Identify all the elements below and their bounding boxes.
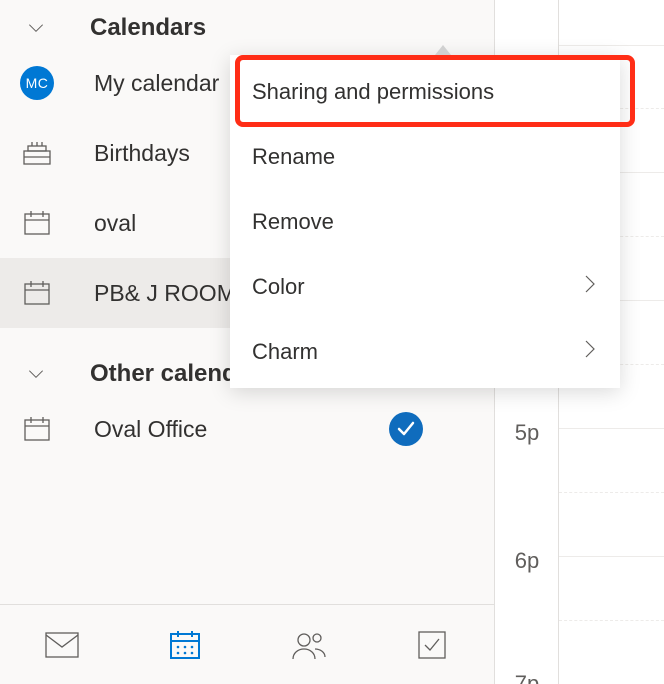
group-label: Calendars <box>90 14 206 42</box>
calendar-item-oval-office[interactable]: Oval Office <box>0 394 445 464</box>
chevron-right-icon <box>582 339 598 365</box>
hour-label: 7p <box>495 671 559 684</box>
checkmark-icon <box>389 412 423 446</box>
people-icon <box>290 629 328 661</box>
mail-nav-button[interactable] <box>40 623 84 667</box>
menu-item-label: Sharing and permissions <box>252 79 494 105</box>
menu-item-label: Charm <box>252 339 318 365</box>
chevron-down-icon <box>26 18 46 38</box>
menu-item-remove[interactable]: Remove <box>230 189 620 254</box>
calendar-nav-button[interactable] <box>163 623 207 667</box>
menu-item-rename[interactable]: Rename <box>230 124 620 189</box>
calendar-icon <box>168 628 202 662</box>
calendar-icon <box>20 412 54 446</box>
menu-item-label: Remove <box>252 209 334 235</box>
people-nav-button[interactable] <box>287 623 331 667</box>
tasks-icon <box>416 629 448 661</box>
tasks-nav-button[interactable] <box>410 623 454 667</box>
mail-icon <box>44 631 80 659</box>
chevron-down-icon <box>26 364 46 384</box>
hour-label: 5p <box>495 420 559 446</box>
menu-item-charm[interactable]: Charm <box>230 319 620 384</box>
menu-item-label: Rename <box>252 144 335 170</box>
birthday-icon <box>20 136 54 170</box>
app-bar <box>0 604 494 684</box>
menu-item-label: Color <box>252 274 305 300</box>
calendar-icon <box>20 206 54 240</box>
menu-pointer-icon <box>435 45 451 55</box>
calendar-icon <box>20 276 54 310</box>
chevron-right-icon <box>582 274 598 300</box>
avatar: MC <box>20 66 54 100</box>
calendar-context-menu: Sharing and permissions Rename Remove Co… <box>230 55 620 388</box>
menu-item-color[interactable]: Color <box>230 254 620 319</box>
calendar-item-label: Oval Office <box>94 416 349 443</box>
menu-item-sharing-permissions[interactable]: Sharing and permissions <box>230 59 620 124</box>
hour-label: 6p <box>495 548 559 574</box>
calendar-group-header[interactable]: Calendars <box>0 0 445 48</box>
